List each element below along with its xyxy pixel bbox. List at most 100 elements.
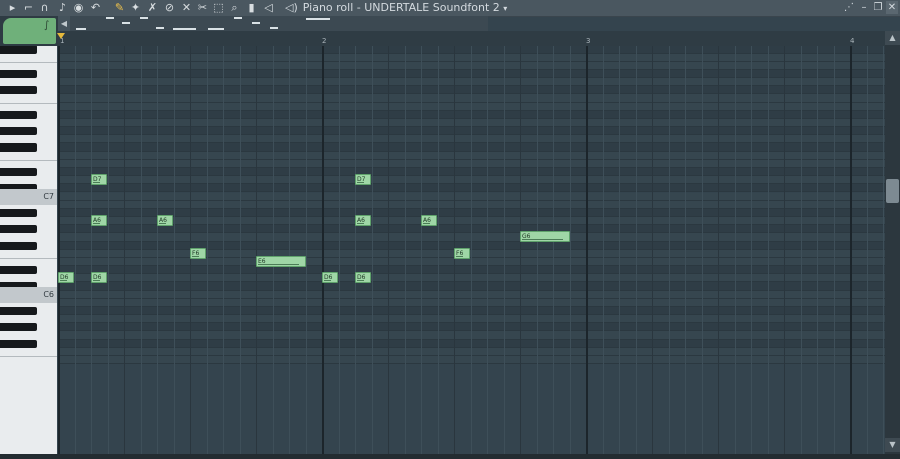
mute-icon[interactable]: ⊘ xyxy=(163,1,176,14)
grid-row xyxy=(58,176,885,185)
menu-arrow-icon[interactable]: ▸ xyxy=(6,1,19,14)
black-key[interactable] xyxy=(0,241,37,250)
slice-icon[interactable]: ✂ xyxy=(196,1,209,14)
grid-line xyxy=(784,46,785,454)
grid-row xyxy=(58,118,885,128)
playhead-marker[interactable] xyxy=(57,33,65,39)
grid-line xyxy=(322,46,324,454)
pencil-icon[interactable]: ✎ xyxy=(113,1,126,14)
grid-line xyxy=(371,46,373,454)
grid-row xyxy=(58,274,885,283)
grid-line xyxy=(602,46,604,454)
control-overview-strip[interactable]: ◀ xyxy=(58,16,488,31)
grid-line xyxy=(305,46,307,454)
detach-button[interactable]: ⋰ xyxy=(843,1,855,14)
black-key[interactable] xyxy=(0,323,37,332)
note-a6[interactable]: A6 xyxy=(157,215,173,226)
black-key[interactable] xyxy=(0,86,37,95)
grid-row xyxy=(58,290,885,299)
grid-line xyxy=(355,46,356,454)
black-key[interactable] xyxy=(0,266,37,275)
octave-label: C7 xyxy=(43,191,54,201)
octave-key-c6[interactable]: C6 xyxy=(0,286,57,303)
note-a6[interactable]: A6 xyxy=(91,215,107,226)
octave-key-c7[interactable]: C7 xyxy=(0,188,57,205)
note-a6[interactable]: A6 xyxy=(355,215,371,226)
grid-line xyxy=(635,46,637,454)
select-icon[interactable]: ⬚ xyxy=(212,1,225,14)
record-icon[interactable]: ◉ xyxy=(72,1,85,14)
note-d6[interactable]: D6 xyxy=(322,272,338,284)
black-key[interactable] xyxy=(0,167,37,177)
black-key[interactable] xyxy=(0,46,37,54)
note-g6[interactable]: G6 xyxy=(520,231,570,243)
window-title[interactable]: ◁) Piano roll - UNDERTALE Soundfont 2 ▾ xyxy=(285,1,507,15)
grid-row xyxy=(58,94,885,103)
bottom-edge xyxy=(0,454,900,459)
grid-row xyxy=(58,69,885,79)
grid-row xyxy=(58,241,885,250)
black-key[interactable] xyxy=(0,69,37,79)
black-key[interactable] xyxy=(0,339,37,348)
black-key[interactable] xyxy=(0,127,37,136)
black-key[interactable] xyxy=(0,208,37,217)
grid-row xyxy=(58,192,885,201)
black-key[interactable] xyxy=(0,306,37,316)
delete-icon[interactable]: ✗ xyxy=(146,1,159,14)
note-d6[interactable]: D6 xyxy=(355,272,371,284)
minimize-button[interactable]: – xyxy=(858,1,870,14)
playback-icon[interactable]: ▮ xyxy=(245,1,258,14)
grid-line xyxy=(883,46,884,454)
curve-icon: ∫ xyxy=(44,20,50,31)
piano-keyboard[interactable]: C7 C6 xyxy=(0,46,57,454)
speaker-icon[interactable]: ◁ xyxy=(262,1,275,14)
control-level-mark xyxy=(173,28,196,30)
note-d6[interactable]: D6 xyxy=(91,272,107,284)
black-key[interactable] xyxy=(0,225,37,234)
black-key[interactable] xyxy=(0,110,37,119)
note-a6[interactable]: A6 xyxy=(421,215,437,226)
note-d6[interactable]: D6 xyxy=(58,272,74,284)
note-d7[interactable]: D7 xyxy=(355,174,371,186)
maximize-button[interactable]: ❐ xyxy=(872,1,884,14)
grid-line xyxy=(751,46,752,454)
keyboard-icon[interactable]: ∩ xyxy=(38,1,51,14)
grid-line xyxy=(553,46,554,454)
note-d7[interactable]: D7 xyxy=(91,174,107,186)
title-dropdown-icon[interactable]: ▾ xyxy=(503,4,507,13)
scroll-thumb[interactable] xyxy=(886,179,899,203)
note-grid[interactable]: D7 D7 A6 A6 A6 A6 G6 F6 F6 E6 D6 D6 D6 D6 xyxy=(58,46,885,454)
grid-row xyxy=(58,61,885,70)
grid-line xyxy=(239,46,241,454)
grid-row xyxy=(58,110,885,119)
note-e6[interactable]: E6 xyxy=(256,255,306,267)
strip-left-arrow-icon[interactable]: ◀ xyxy=(58,16,70,31)
undo-icon[interactable]: ↶ xyxy=(89,1,102,14)
grid-row xyxy=(58,127,885,136)
grid-row xyxy=(58,306,885,316)
black-key[interactable] xyxy=(0,143,37,152)
control-level-mark xyxy=(106,17,114,19)
paint-brush-icon[interactable]: ✦ xyxy=(129,1,142,14)
magnet-snap-icon[interactable]: ⌐ xyxy=(22,1,35,14)
grid-line xyxy=(124,46,125,454)
note-icon[interactable]: ♪ xyxy=(56,1,69,14)
grid-line xyxy=(388,46,389,454)
close-button[interactable]: ✕ xyxy=(886,1,898,14)
grid-line xyxy=(536,46,538,454)
scroll-up-arrow-icon[interactable]: ▲ xyxy=(885,31,900,45)
slip-icon[interactable]: ✕ xyxy=(180,1,193,14)
grid-line xyxy=(289,46,290,454)
control-level-mark xyxy=(122,22,130,24)
control-level-mark xyxy=(306,18,330,20)
scroll-down-arrow-icon[interactable]: ▼ xyxy=(885,438,900,452)
vertical-scrollbar[interactable] xyxy=(885,31,900,454)
grid-line xyxy=(58,46,60,454)
grid-row xyxy=(58,78,885,87)
note-f6[interactable]: F6 xyxy=(190,247,206,259)
zoom-icon[interactable]: ⌕ xyxy=(228,1,241,14)
note-f6[interactable]: F6 xyxy=(454,247,470,259)
time-ruler[interactable] xyxy=(58,31,900,47)
control-level-mark xyxy=(252,22,260,24)
grid-row xyxy=(58,298,885,307)
